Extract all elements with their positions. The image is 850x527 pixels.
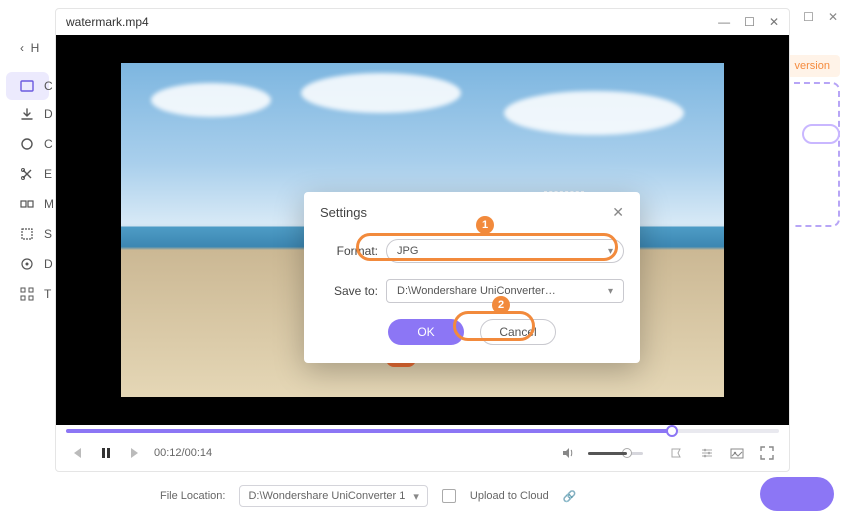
format-value: JPG [397,245,418,257]
snapshot-icon[interactable] [729,445,745,461]
disc-icon [20,257,34,271]
sidebar-item-label: T [44,287,51,301]
player-window: watermark.mp4 — ☐ ✕ Settings ✕ Format: J… [55,8,790,472]
chevron-down-icon: ▾ [608,286,613,297]
player-title: watermark.mp4 [66,15,149,29]
toolbox-icon [20,287,34,301]
download-icon [20,107,34,121]
bottom-bar: File Location: D:\Wondershare UniConvert… [160,483,830,509]
dialog-close-icon[interactable]: ✕ [612,204,624,221]
ok-button[interactable]: OK [388,319,464,345]
volume-knob[interactable] [622,448,632,458]
chevron-left-icon: ‹ [20,41,24,55]
home-label: H [31,41,40,55]
merge-icon [20,197,34,211]
save-to-value: D:\Wondershare UniConverter 14\Snapshot [397,285,557,297]
save-to-row: Save to: D:\Wondershare UniConverter 14\… [320,279,624,303]
settings-slider-icon[interactable] [699,445,715,461]
sidebar: ‹ H C D C E M S D T [0,30,55,310]
sidebar-item-toolbox[interactable]: T [0,280,55,308]
timecode: 00:12/00:14 [154,447,212,459]
file-location-label: File Location: [160,490,225,502]
format-select[interactable]: JPG ▾ [386,239,624,263]
sidebar-item-label: D [44,257,53,271]
link-icon[interactable]: 🔗 [563,490,577,503]
cancel-button[interactable]: Cancel [480,319,556,345]
convert-icon [20,79,34,93]
save-to-label: Save to: [320,284,378,298]
right-panel-pill [802,124,840,144]
upload-to-cloud-label: Upload to Cloud [470,490,549,502]
volume-slider[interactable] [588,452,643,455]
outer-maximize-icon[interactable]: ☐ [803,10,814,24]
player-window-controls: — ☐ ✕ [718,15,779,29]
sidebar-item-compress[interactable]: C [0,130,55,158]
sidebar-item-download[interactable]: D [0,100,55,128]
player-minimize-icon[interactable]: — [718,15,730,29]
annotation-badge-2: 2 [492,296,510,314]
player-titlebar: watermark.mp4 — ☐ ✕ [56,9,789,35]
compress-icon [20,137,34,151]
sidebar-item-convert[interactable]: C [6,72,49,100]
sidebar-item-screen[interactable]: S [0,220,55,248]
start-button-fragment[interactable] [760,477,834,511]
dialog-title: Settings [320,205,367,220]
file-location-select[interactable]: D:\Wondershare UniConverter 1 ▾ [239,485,427,507]
sidebar-item-label: C [44,79,53,93]
volume-icon[interactable] [560,445,576,461]
progress-knob[interactable] [666,425,678,437]
next-button[interactable] [126,445,142,461]
sidebar-item-edit[interactable]: E [0,160,55,188]
format-label: Format: [320,244,378,258]
sidebar-item-label: C [44,137,53,151]
chevron-down-icon: ▾ [608,246,613,257]
sidebar-item-label: E [44,167,52,181]
right-panel-fragment [794,82,840,227]
sidebar-item-label: D [44,107,53,121]
sidebar-item-merge[interactable]: M [0,190,55,218]
prev-button[interactable] [70,445,86,461]
format-row: Format: JPG ▾ [320,239,624,263]
version-badge: version [785,55,840,77]
player-maximize-icon[interactable]: ☐ [744,15,755,29]
speed-icon[interactable] [669,445,685,461]
pause-button[interactable] [98,445,114,461]
player-close-icon[interactable]: ✕ [769,15,779,29]
sidebar-item-label: S [44,227,52,241]
sidebar-item-label: M [44,197,54,211]
player-controls: 00:12/00:14 [56,435,789,471]
file-location-value: D:\Wondershare UniConverter 1 [248,490,405,502]
settings-dialog: Settings ✕ Format: JPG ▾ Save to: D:\Won… [304,192,640,363]
sidebar-item-disc[interactable]: D [0,250,55,278]
fullscreen-icon[interactable] [759,445,775,461]
open-folder-icon[interactable] [442,489,456,503]
back-button[interactable]: ‹ H [0,36,55,60]
screen-icon [20,227,34,241]
annotation-badge-1: 1 [476,216,494,234]
scissors-icon [20,167,34,181]
outer-close-icon[interactable]: ✕ [828,10,838,24]
chevron-down-icon: ▾ [413,490,419,503]
video-area: Settings ✕ Format: JPG ▾ Save to: D:\Won… [56,35,789,425]
